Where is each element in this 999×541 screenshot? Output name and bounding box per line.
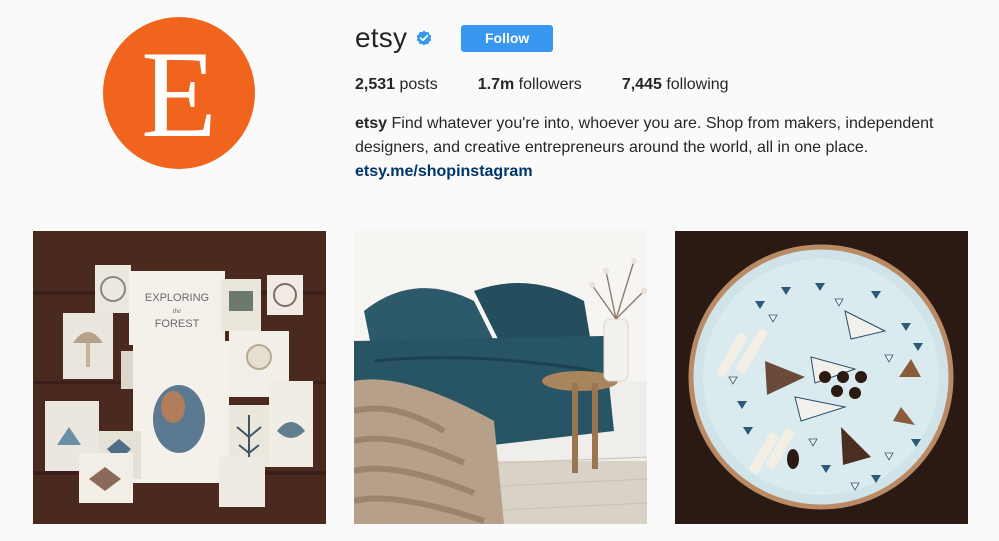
followers-label: followers <box>518 76 582 93</box>
stat-followers[interactable]: 1.7m followers <box>478 76 582 94</box>
following-count: 7,445 <box>621 76 662 93</box>
follow-button[interactable]: Follow <box>461 24 554 52</box>
followers-count: 1.7m <box>477 76 515 93</box>
post-image-ceramic-plate <box>675 231 968 524</box>
posts-label: posts <box>399 76 438 93</box>
print-sign-line3: FOREST <box>155 318 200 330</box>
username: etsy <box>355 22 408 53</box>
following-label: following <box>666 76 729 93</box>
post-tile-2[interactable] <box>354 231 647 524</box>
title-row: etsy Follow <box>355 18 975 58</box>
bio-name: etsy <box>355 115 388 132</box>
post-tile-1[interactable]: EXPLORING the FOREST <box>33 231 326 524</box>
post-image-bedroom <box>354 231 647 524</box>
bio-link[interactable]: etsy.me/shopinstagram <box>355 160 955 184</box>
bio-text: Find whatever you're into, whoever you a… <box>355 115 934 156</box>
post-image-art-prints: EXPLORING the FOREST <box>33 231 326 524</box>
posts-count: 2,531 <box>355 76 396 93</box>
stat-posts: 2,531 posts <box>355 76 438 94</box>
print-sign-line2: the <box>173 307 182 315</box>
profile-stats: 2,531 posts 1.7m followers 7,445 followi… <box>355 76 975 94</box>
verified-badge-icon <box>415 29 433 47</box>
avatar-etsy-logo: E <box>141 26 217 163</box>
stat-following[interactable]: 7,445 following <box>622 76 729 94</box>
avatar[interactable]: E <box>103 17 255 169</box>
post-tile-3[interactable] <box>675 231 968 524</box>
profile-bio: etsy Find whatever you're into, whoever … <box>355 112 955 184</box>
profile-header: etsy Follow 2,531 posts 1.7m followers 7… <box>355 18 975 184</box>
print-sign-line1: EXPLORING <box>145 292 209 304</box>
